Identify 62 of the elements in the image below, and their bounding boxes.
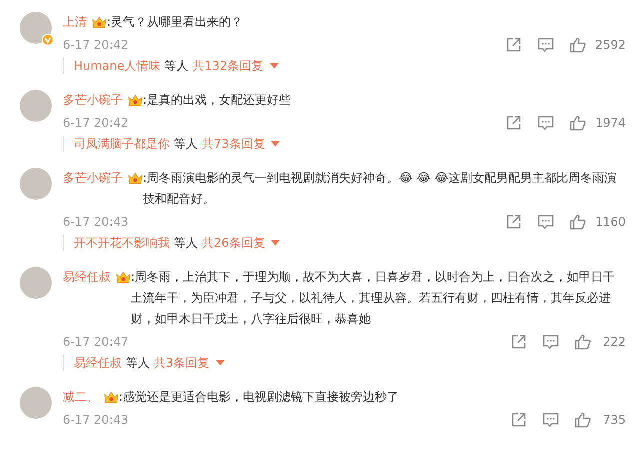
caret-icon: [271, 240, 280, 246]
replies-link[interactable]: 易经任叔 等人 共3条回复: [63, 355, 225, 371]
reply-user-name[interactable]: 易经任叔: [74, 354, 122, 372]
crown-icon: [104, 391, 119, 404]
user-name[interactable]: 多芒小碗子: [63, 168, 123, 189]
reply-label: 等人: [174, 136, 198, 152]
like-count: 2592: [595, 38, 626, 52]
thumbs-up-icon[interactable]: [574, 332, 592, 350]
user-name[interactable]: 多芒小碗子: [63, 90, 123, 111]
user-name[interactable]: 上清: [63, 12, 87, 33]
comment-time: 6-17 20:47: [63, 334, 129, 348]
share-icon[interactable]: [510, 332, 528, 350]
reply-label: 等人: [164, 58, 189, 74]
caret-icon: [271, 141, 280, 147]
thumbs-up-icon[interactable]: [569, 36, 588, 54]
comment-time: 6-17 20:42: [63, 116, 129, 130]
comment-text: :周冬雨演电影的灵气一到电视剧就消失好神奇。😂 😂 😂这剧女配男配男主都比周冬雨演技和配音好。: [143, 170, 618, 208]
crown-icon: [92, 16, 107, 29]
replies-link[interactable]: Humane人情味 等人 共132条回复: [63, 58, 279, 74]
reply-user-name[interactable]: 司凤满脑子都是你: [74, 136, 170, 152]
comment-icon[interactable]: [537, 114, 556, 132]
user-name[interactable]: 易经任叔: [63, 267, 111, 288]
like-count: 1974: [595, 116, 626, 130]
thumbs-up-icon[interactable]: [574, 410, 592, 428]
comment-time: 6-17 20:43: [63, 412, 129, 426]
comment-icon[interactable]: [537, 212, 556, 230]
reply-count[interactable]: 共73条回复: [202, 136, 266, 152]
user-name[interactable]: 减二、: [63, 387, 99, 408]
comment-time: 6-17 20:43: [63, 214, 129, 228]
share-icon[interactable]: [510, 410, 528, 428]
comment-text: :周冬雨，上治其下，于理为顺，故不为大喜，日喜岁君，以时合为上，日合次之，如甲日干土流年干，为臣冲君，子与父，以礼待人，其理从容。若五行有财，四柱有情，其年反必进财，如甲木日干戊土，八字往后很旺，恭喜她: [131, 269, 616, 328]
reply-count[interactable]: 共3条回复: [154, 354, 210, 372]
comment-icon[interactable]: [542, 410, 560, 428]
reply-count[interactable]: 共132条回复: [192, 58, 264, 74]
caret-icon: [216, 360, 225, 366]
replies-link[interactable]: 开不开花不影响我 等人 共26条回复: [63, 235, 280, 251]
crown-icon: [128, 94, 143, 107]
verified-badge-icon: [42, 34, 54, 46]
crown-icon: [128, 172, 143, 185]
share-icon[interactable]: [505, 36, 524, 54]
comment-icon[interactable]: [542, 332, 560, 350]
comment-text: :灵气？从哪里看出来的？: [107, 14, 244, 31]
thumbs-up-icon[interactable]: [569, 212, 588, 230]
reply-label: 等人: [126, 354, 150, 372]
reply-user-name[interactable]: Humane人情味: [74, 58, 161, 74]
share-icon[interactable]: [505, 114, 524, 132]
replies-link[interactable]: 司凤满脑子都是你 等人 共73条回复: [63, 136, 280, 152]
caret-icon: [270, 63, 279, 69]
comment-text: :感觉还是更适合电影，电视剧滤镜下直接被旁边秒了: [119, 389, 400, 406]
reply-label: 等人: [174, 234, 198, 252]
like-count: 735: [602, 412, 626, 426]
share-icon[interactable]: [505, 212, 524, 230]
comment-icon[interactable]: [537, 36, 556, 54]
like-count: 1160: [595, 214, 626, 228]
comment-time: 6-17 20:42: [63, 38, 129, 52]
reply-count[interactable]: 共26条回复: [202, 234, 266, 252]
reply-user-name[interactable]: 开不开花不影响我: [74, 234, 170, 252]
crown-icon: [116, 271, 131, 284]
like-count: 222: [602, 334, 626, 348]
thumbs-up-icon[interactable]: [569, 114, 588, 132]
avatar-placeholder[interactable]: [20, 12, 52, 44]
comment-text: :是真的出戏，女配还更好些: [143, 92, 292, 109]
